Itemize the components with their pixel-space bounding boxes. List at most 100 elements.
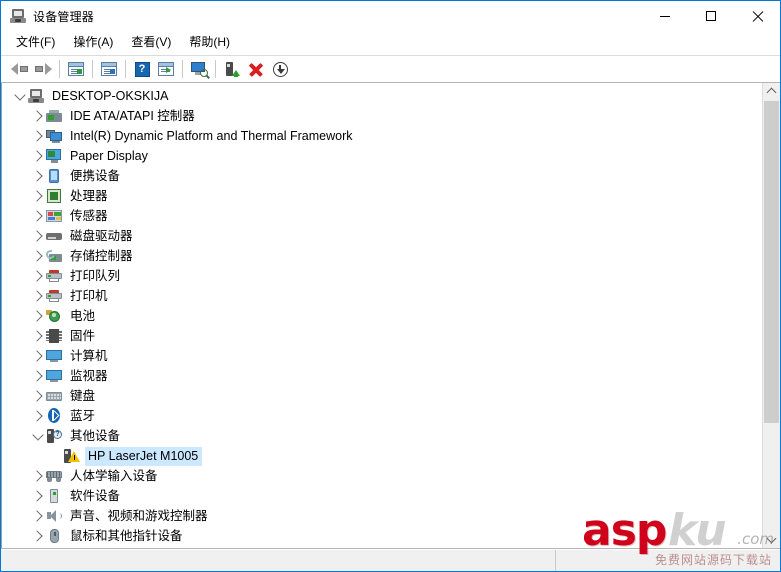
help-icon: ? <box>134 61 150 77</box>
tree-label: 计算机 <box>70 348 108 363</box>
tree-label: 处理器 <box>70 188 108 203</box>
status-bar <box>1 549 780 571</box>
toolbar-help-button[interactable]: ? <box>130 58 154 80</box>
tree-label: 声音、视频和游戏控制器 <box>70 508 208 523</box>
computer-icon <box>28 88 44 104</box>
tree-label: Intel(R) Dynamic Platform and Thermal Fr… <box>70 128 353 143</box>
toolbar-back-button[interactable] <box>7 58 31 80</box>
toolbar-separator <box>125 60 126 78</box>
toolbar-disable-device-button[interactable] <box>268 58 292 80</box>
device-manager-icon <box>10 8 26 24</box>
expander-mice[interactable] <box>30 528 46 544</box>
tree-label: 打印队列 <box>70 268 121 283</box>
expander-root[interactable] <box>12 88 28 104</box>
printer-icon <box>46 288 62 304</box>
maximize-button[interactable] <box>688 1 734 31</box>
intel-framework-icon <box>46 128 62 144</box>
expander-print-queues[interactable] <box>30 268 46 284</box>
minimize-button[interactable] <box>642 1 688 31</box>
other-devices-icon: ? <box>46 428 62 444</box>
expander-keyboards[interactable] <box>30 388 46 404</box>
expander-batteries[interactable] <box>30 308 46 324</box>
tree-row-bluetooth[interactable]: 蓝牙 <box>2 406 762 426</box>
tree-label: 其他设备 <box>70 428 121 443</box>
tree-row-monitors[interactable]: 监视器 <box>2 366 762 386</box>
toolbar-separator <box>215 60 216 78</box>
scroll-down-button[interactable] <box>763 531 780 548</box>
tree-row-ide-controllers[interactable]: IDE ATA/ATAPI 控制器 <box>2 106 762 126</box>
expander-portable-devices[interactable] <box>30 168 46 184</box>
vertical-scrollbar[interactable] <box>762 83 780 548</box>
scrollbar-thumb[interactable] <box>764 101 779 423</box>
expander-software-devices[interactable] <box>30 488 46 504</box>
expander-bluetooth[interactable] <box>30 408 46 424</box>
tree-row-intel-framework[interactable]: Intel(R) Dynamic Platform and Thermal Fr… <box>2 126 762 146</box>
tree-row-processors[interactable]: 处理器 <box>2 186 762 206</box>
tree-row-printers[interactable]: 打印机 <box>2 286 762 306</box>
show-hide-console-tree-icon <box>68 62 84 76</box>
tree-label: Paper Display <box>70 148 148 163</box>
expander-processors[interactable] <box>30 188 46 204</box>
toolbar-properties-button[interactable] <box>97 58 121 80</box>
tree-row-firmware[interactable]: 固件 <box>2 326 762 346</box>
expander-ide-controllers[interactable] <box>30 108 46 124</box>
tree-row-computer[interactable]: 计算机 <box>2 346 762 366</box>
tree-row-keyboards[interactable]: 键盘 <box>2 386 762 406</box>
menu-help[interactable]: 帮助(H) <box>180 32 239 54</box>
software-device-icon <box>46 488 62 504</box>
sensor-icon <box>46 208 62 224</box>
tree-row-sensors[interactable]: 传感器 <box>2 206 762 226</box>
tree-row-hid[interactable]: 人体学输入设备 <box>2 466 762 486</box>
tree-row-mice[interactable]: 鼠标和其他指针设备 <box>2 526 762 546</box>
tree-row-portable-devices[interactable]: 便携设备 <box>2 166 762 186</box>
tree-row-paper-display[interactable]: Paper Display <box>2 146 762 166</box>
expander-other-devices[interactable] <box>30 428 46 444</box>
unknown-device-warning-icon <box>64 448 80 464</box>
close-button[interactable] <box>734 1 780 31</box>
hid-icon <box>46 468 62 484</box>
expander-sensors[interactable] <box>30 208 46 224</box>
uninstall-device-icon <box>249 62 263 76</box>
toolbar-uninstall-device-button[interactable] <box>244 58 268 80</box>
tree-label: 存储控制器 <box>70 248 133 263</box>
tree-row-disk-drives[interactable]: 磁盘驱动器 <box>2 226 762 246</box>
tree-row-print-queues[interactable]: 打印队列 <box>2 266 762 286</box>
expander-computer[interactable] <box>30 348 46 364</box>
expander-firmware[interactable] <box>30 328 46 344</box>
scroll-up-button[interactable] <box>763 83 780 100</box>
action-menu-icon <box>158 62 174 76</box>
tree-label: 便携设备 <box>70 168 121 183</box>
status-cell-left <box>1 550 556 571</box>
toolbar-scan-hardware-button[interactable] <box>187 58 211 80</box>
update-driver-icon <box>225 61 240 77</box>
expander-intel-framework[interactable] <box>30 128 46 144</box>
disable-device-icon <box>272 61 288 77</box>
expander-hid[interactable] <box>30 468 46 484</box>
menu-action[interactable]: 操作(A) <box>64 32 122 54</box>
processor-icon <box>46 188 62 204</box>
tree-row-sound-video-game[interactable]: 声音、视频和游戏控制器 <box>2 506 762 526</box>
keyboard-icon <box>46 388 62 404</box>
toolbar-action-menu-button[interactable] <box>154 58 178 80</box>
expander-sound-video-game[interactable] <box>30 508 46 524</box>
tree-row-other-devices[interactable]: ? 其他设备 <box>2 426 762 446</box>
tree-row-hp-laserjet-m1005[interactable]: HP LaserJet M1005 <box>2 446 762 466</box>
tree-row-batteries[interactable]: 电池 <box>2 306 762 326</box>
minimize-icon <box>660 15 670 17</box>
expander-printers[interactable] <box>30 288 46 304</box>
toolbar-forward-button[interactable] <box>31 58 55 80</box>
device-tree-pane[interactable]: DESKTOP-OKSKIJA IDE ATA/ATAPI 控制器 Intel(… <box>1 83 762 548</box>
expander-storage-controllers[interactable] <box>30 248 46 264</box>
device-tree: DESKTOP-OKSKIJA IDE ATA/ATAPI 控制器 Intel(… <box>2 86 762 546</box>
caption-buttons <box>642 1 780 31</box>
tree-row-software-devices[interactable]: 软件设备 <box>2 486 762 506</box>
tree-row-root[interactable]: DESKTOP-OKSKIJA <box>2 86 762 106</box>
expander-paper-display[interactable] <box>30 148 46 164</box>
menu-file[interactable]: 文件(F) <box>7 32 64 54</box>
expander-disk-drives[interactable] <box>30 228 46 244</box>
expander-monitors[interactable] <box>30 368 46 384</box>
toolbar-console-tree-button[interactable] <box>64 58 88 80</box>
tree-row-storage-controllers[interactable]: 存储控制器 <box>2 246 762 266</box>
toolbar-update-driver-button[interactable] <box>220 58 244 80</box>
menu-view[interactable]: 查看(V) <box>122 32 180 54</box>
